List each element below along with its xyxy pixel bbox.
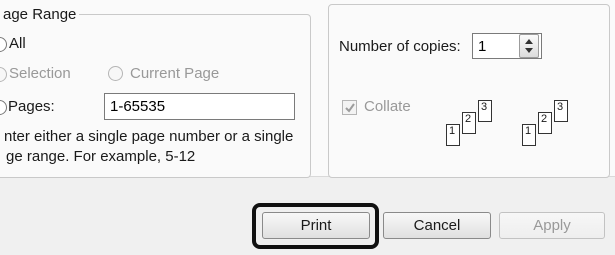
page-1-icon: 1 [446, 124, 460, 146]
page-range-hint-line2: ge range. For example, 5-12 [6, 148, 196, 165]
radio-selection-label: Selection [9, 65, 71, 82]
spin-up-icon[interactable] [525, 39, 533, 44]
radio-current-page-label: Current Page [130, 65, 220, 82]
spin-down-icon[interactable] [525, 48, 533, 53]
radio-pages-label: Pages: [8, 98, 55, 115]
page-3-icon: 3 [478, 100, 492, 122]
radio-all-label: All [9, 35, 26, 52]
copies-group [328, 4, 610, 178]
radio-current-page[interactable] [108, 66, 123, 81]
page-range-legend: age Range [0, 6, 80, 23]
cancel-button[interactable]: Cancel [383, 212, 491, 239]
collate-checkbox[interactable] [342, 100, 357, 115]
pages-input[interactable] [104, 93, 295, 120]
page-2-icon: 2 [462, 112, 476, 134]
collate-label: Collate [364, 98, 411, 115]
page-range-hint-line1: nter either a single page number or a si… [4, 128, 294, 145]
copies-spinner[interactable] [519, 34, 539, 58]
page-3-icon: 3 [554, 100, 568, 122]
dialog-content-panel: age Range All Selection Current Page Pag… [0, 0, 615, 178]
check-icon [345, 103, 355, 113]
print-button-highlight [252, 203, 379, 249]
page-1-icon: 1 [522, 124, 536, 146]
page-2-icon: 2 [538, 112, 552, 134]
number-of-copies-label: Number of copies: [339, 38, 461, 55]
apply-button[interactable]: Apply [499, 212, 605, 239]
